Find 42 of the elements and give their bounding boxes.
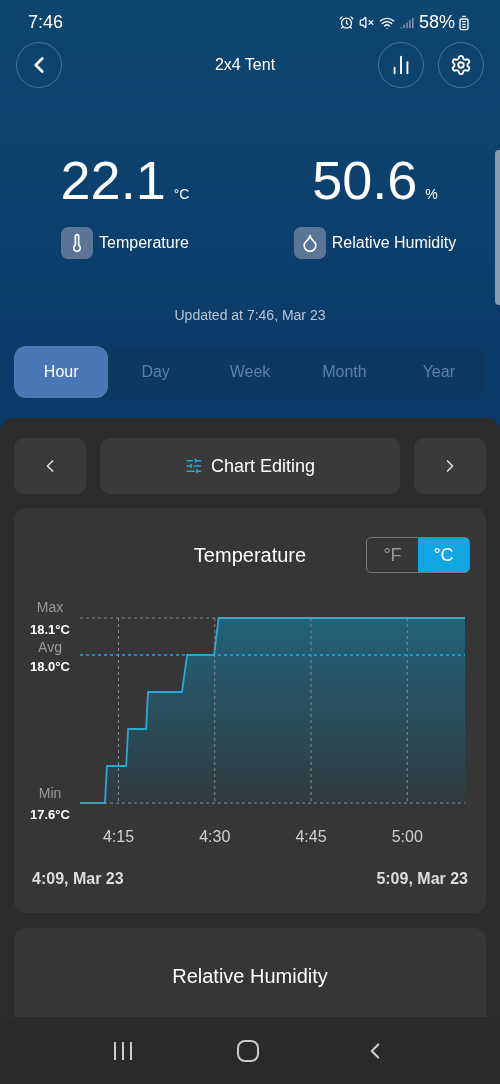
sliders-icon [184,457,203,475]
marker-label: Max [36,599,64,615]
x-tick-label: 4:15 [102,828,135,845]
updated-time: Updated at 7:46, Mar 23 [173,306,327,325]
unit-toggle[interactable]: °C [418,538,469,572]
period-tab[interactable]: Month [297,346,392,398]
period-tab[interactable]: Hour [14,346,109,398]
card-title: Temperature [193,543,307,568]
droplet-icon [293,227,326,259]
settings-icon [450,54,472,76]
marker-label: Min [38,785,62,801]
start-time: 4:09, Mar 23 [32,869,124,889]
alarm-icon [338,15,354,30]
card-title: Relative Humidity [172,964,328,987]
unit-toggle[interactable]: °F [367,538,418,572]
y-tick-label: 17.6°C [30,807,70,822]
reading-value: 22.1 [60,153,166,207]
y-tick-label: 18.1°C [30,622,70,637]
mute-icon [358,15,374,30]
home-icon[interactable] [237,1039,259,1062]
status-time: 7:46 [28,11,64,34]
reading-label: Temperature [99,233,189,253]
x-tick-label: 5:00 [391,828,423,845]
period-tab[interactable]: Week [202,346,298,398]
x-tick-label: 4:45 [295,828,327,845]
reading-unit: % [425,185,438,204]
battery-icon [456,14,472,31]
period-tab[interactable]: Year [391,346,487,398]
marker-label: Avg [38,639,62,655]
page-title: 2x4 Tent [213,55,277,75]
thermometer-icon [61,227,94,259]
recent-apps-icon[interactable] [111,1040,134,1061]
signal-icon [399,15,414,30]
y-tick-label: 18.0°C [30,659,70,674]
x-tick-label: 4:30 [199,828,231,845]
battery-percent: 58% [418,11,455,34]
reading-label: Relative Humidity [331,233,457,253]
period-tab[interactable]: Day [108,346,203,398]
chart-editing-button[interactable]: Chart Editing [100,438,400,494]
reading-value: 50.6 [312,153,418,207]
reading-unit: °C [173,185,190,204]
end-time: 5:09, Mar 23 [376,869,468,889]
